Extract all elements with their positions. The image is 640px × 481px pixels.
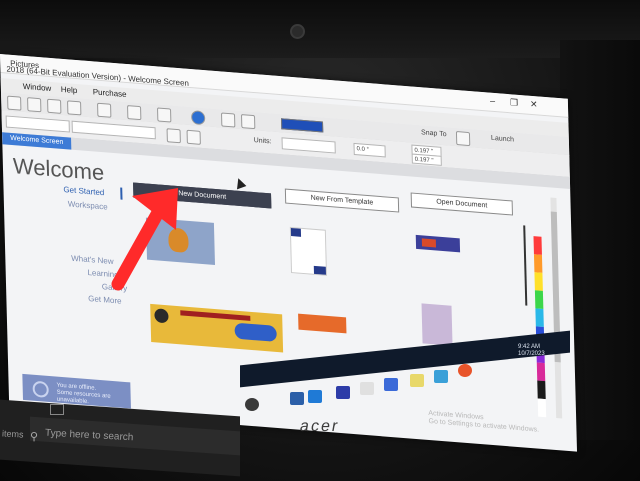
annotation-arrow — [111, 188, 178, 291]
